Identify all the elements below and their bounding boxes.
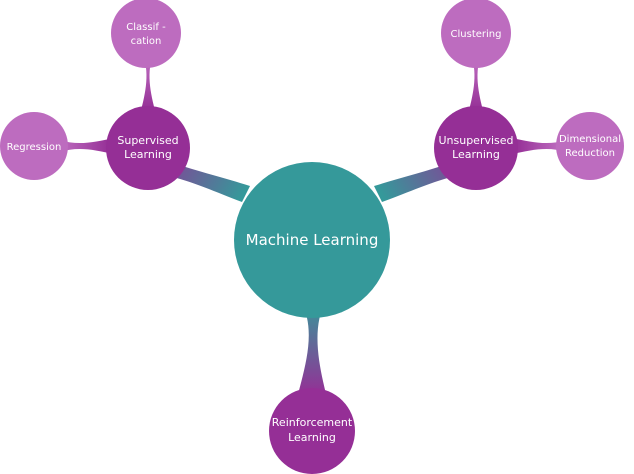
node-dimensional-reduction-circle (556, 112, 624, 180)
node-classification-label-line1: Classif - (126, 22, 166, 33)
node-unsupervised-learning-label-line1: Unsupervised (438, 134, 513, 147)
node-regression-label: Regression (7, 142, 62, 153)
node-supervised-learning[interactable]: Supervised Learning (106, 106, 190, 190)
node-dimensional-reduction-label-line1: Dimensional (559, 134, 621, 145)
center-node-label: Machine Learning (246, 231, 379, 249)
node-clustering[interactable]: Clustering (441, 0, 511, 68)
node-clustering-label: Clustering (451, 29, 502, 40)
node-supervised-learning-label-line2: Learning (124, 148, 172, 161)
node-dimensional-reduction-label-line2: Reduction (565, 148, 615, 159)
center-node[interactable]: Machine Learning (234, 162, 390, 318)
node-unsupervised-learning-label-line2: Learning (452, 148, 500, 161)
connector-regression (60, 138, 114, 154)
node-unsupervised-learning[interactable]: Unsupervised Learning (434, 106, 518, 190)
node-classification[interactable]: Classif - cation (111, 0, 181, 68)
node-classification-label-line2: cation (131, 36, 162, 47)
node-reinforcement-learning-label-line2: Learning (288, 431, 336, 444)
node-supervised-learning-label-line1: Supervised (117, 134, 178, 147)
mindmap-canvas: Machine Learning Supervised Learning Cla… (0, 0, 624, 474)
node-reinforcement-learning[interactable]: Reinforcement Learning (269, 388, 355, 474)
node-regression[interactable]: Regression (0, 112, 68, 180)
node-dimensional-reduction[interactable]: Dimensional Reduction (556, 112, 624, 180)
node-reinforcement-learning-label-line1: Reinforcement (272, 416, 353, 429)
node-classification-circle (111, 0, 181, 68)
